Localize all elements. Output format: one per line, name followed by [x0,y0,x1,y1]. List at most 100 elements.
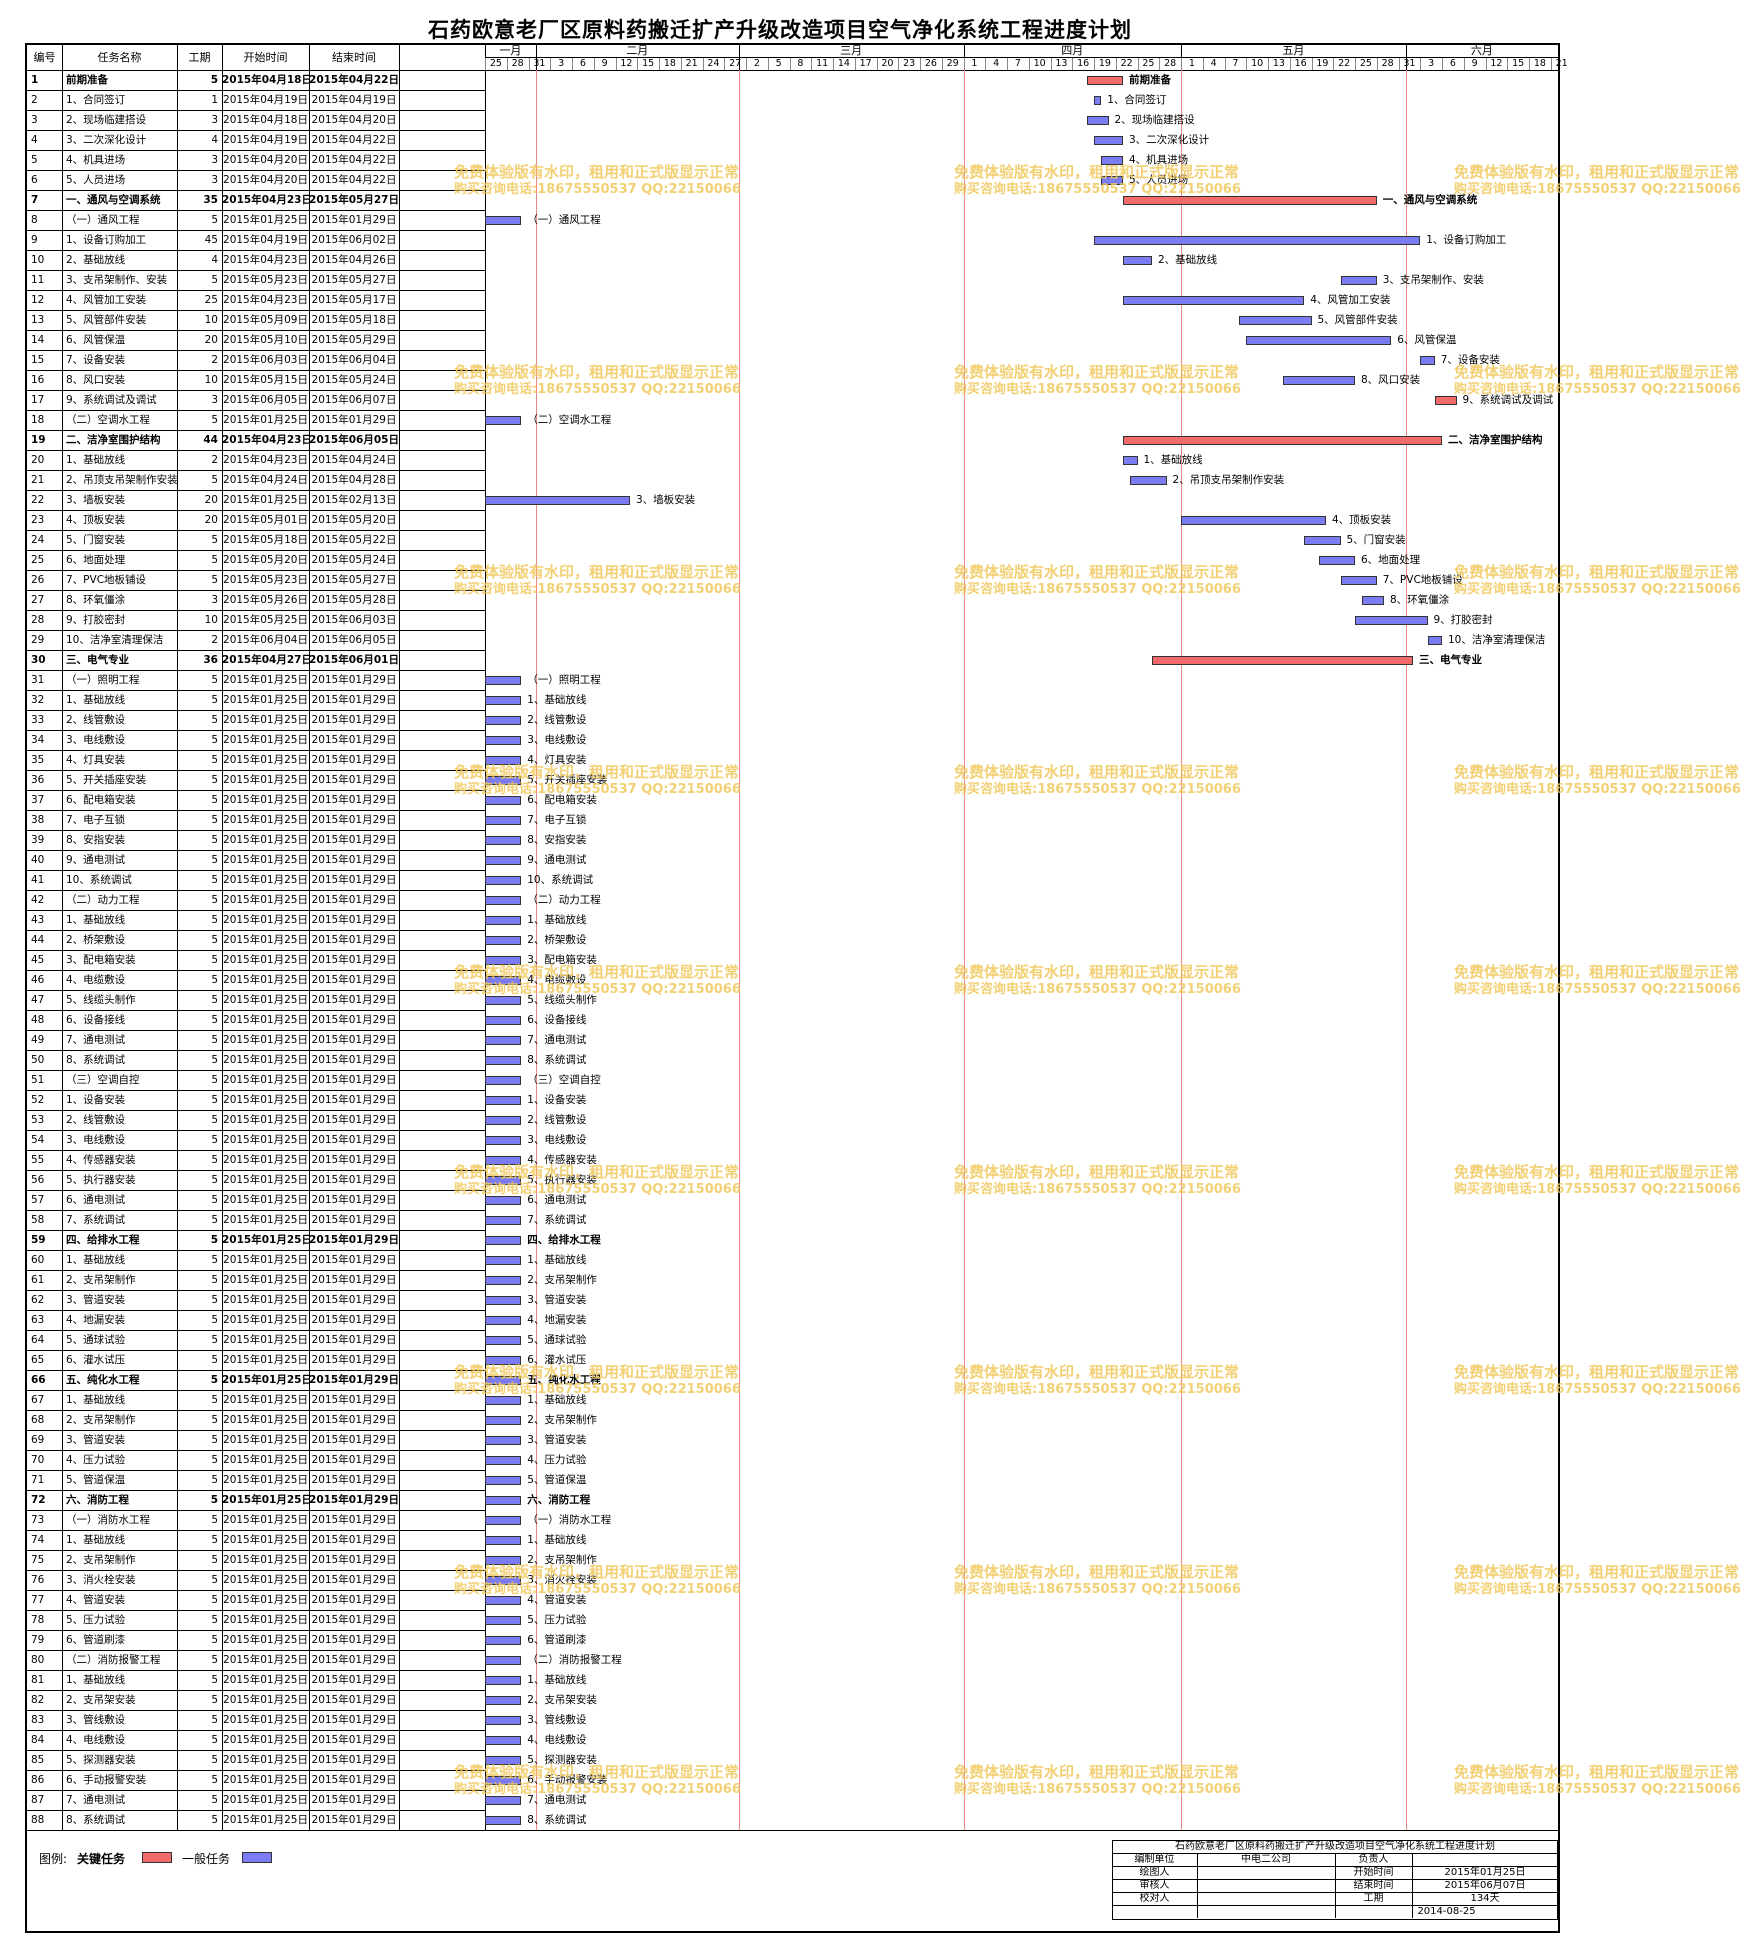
row-end-date: 2015年01月29日 [311,1014,397,1026]
row-id: 6 [31,174,38,186]
task-bar-label: 二、洁净室围护结构 [1448,434,1543,446]
row-duration: 5 [211,1174,218,1186]
row-duration: 20 [204,514,218,526]
row-task-name: 1、基础放线 [66,694,126,706]
row-id: 15 [31,354,45,366]
row-duration: 5 [211,1394,218,1406]
watermark-line-2: 购买咨询电话:18675550537 QQ:22150066 [1454,182,1741,197]
row-end-date: 2015年01月29日 [309,1234,399,1246]
watermark-line-1: 免费体验版有水印，租用和正式版显示正常 [1454,563,1740,581]
row-start-date: 2015年01月25日 [223,874,308,886]
row-task-name: 2、支吊架制作 [66,1274,136,1286]
tick-divider [485,57,486,70]
row-duration: 5 [211,1514,218,1526]
footer-col-divider [1197,1853,1198,1918]
watermark-text: 免费体验版有水印，租用和正式版显示正常 购买咨询电话:18675550537 QQ… [1454,1364,1741,1398]
row-start-date: 2015年01月25日 [223,1634,308,1646]
watermark-text: 免费体验版有水印，租用和正式版显示正常 购买咨询电话:18675550537 QQ… [954,1364,1241,1398]
row-id: 8 [31,214,38,226]
task-bar-label: 5、风管部件安装 [1317,314,1398,326]
footer-end: 2015年06月07日 [1444,1880,1526,1891]
month-label: 一月 [499,44,522,57]
task-bar [485,1636,522,1645]
row-task-name: 2、吊顶支吊架制作安装 [66,474,177,486]
row-duration: 5 [210,74,218,86]
row-end-date: 2015年01月29日 [311,734,397,746]
task-bar-label: 6、风管保温 [1397,334,1457,346]
row-id: 24 [31,534,45,546]
row-start-date: 2015年01月25日 [223,934,308,946]
watermark-line-1: 免费体验版有水印，租用和正式版显示正常 [1454,763,1740,781]
row-duration: 2 [211,454,218,466]
row-end-date: 2015年01月29日 [311,1754,397,1766]
row-task-name: （一）照明工程 [66,674,140,686]
task-bar [1340,576,1377,585]
watermark-text: 免费体验版有水印，租用和正式版显示正常 购买咨询电话:18675550537 QQ… [954,964,1241,998]
task-bar [485,1416,522,1425]
row-start-date: 2015年01月25日 [223,1174,308,1186]
watermark-line-2: 购买咨询电话:18675550537 QQ:22150066 [454,1782,741,1797]
tick-divider [833,57,834,70]
day-tick: 25 [1359,58,1372,69]
row-end-date: 2015年05月22日 [311,534,397,546]
row-duration: 5 [211,814,218,826]
task-bar-label: 4、地漏安装 [527,1314,587,1326]
header-end: 结束时间 [332,51,376,64]
task-bar-label: （二）消防报警工程 [527,1654,622,1666]
critical-task-bar [1086,76,1123,85]
row-duration: 5 [211,1694,218,1706]
task-bar-label: 3、二次深化设计 [1129,134,1210,146]
row-task-name: 7、PVC地板铺设 [66,574,147,586]
month-row-divider [485,57,1558,58]
row-end-date: 2015年01月29日 [311,1314,397,1326]
task-bar-label: 3、电线敷设 [527,1134,587,1146]
row-start-date: 2015年04月23日 [223,294,308,306]
row-id: 9 [31,234,38,246]
task-bar-label: 2、桥架敷设 [527,934,587,946]
task-bar [485,1216,522,1225]
row-id: 58 [31,1214,45,1226]
row-task-name: 4、机具进场 [66,154,126,166]
task-bar-label: 3、管道安装 [527,1434,587,1446]
day-tick: 1 [971,58,978,69]
page-title: 石药欧意老厂区原料药搬迁扩产升级改造项目空气净化系统工程进度计划 [428,18,1132,42]
row-start-date: 2015年04月19日 [223,234,308,246]
watermark-line-1: 免费体验版有水印，租用和正式版显示正常 [954,563,1240,581]
watermark-line-2: 购买咨询电话:18675550537 QQ:22150066 [1454,1382,1741,1397]
task-bar [485,696,522,705]
row-end-date: 2015年01月29日 [311,1594,397,1606]
row-task-name: 5、人员进场 [66,174,126,186]
task-bar-label: 6、管道刷漆 [527,1634,587,1646]
row-id: 35 [31,754,45,766]
tick-divider [1289,57,1291,70]
row-id: 39 [31,834,45,846]
row-task-name: 2、基础放线 [66,254,126,266]
watermark-text: 免费体验版有水印，租用和正式版显示正常 购买咨询电话:18675550537 QQ… [454,1764,741,1798]
row-id: 37 [31,794,45,806]
tick-divider [1268,57,1269,70]
row-task-name: 1、基础放线 [66,1534,126,1546]
row-id: 2 [31,94,38,106]
row-id: 82 [31,1694,45,1706]
task-bar-label: 4、顶板安装 [1332,514,1392,526]
row-start-date: 2015年01月25日 [223,1354,308,1366]
day-tick: 27 [729,58,742,69]
legend-label: 图例: [39,1852,68,1866]
row-task-name: 4、压力试验 [66,1454,126,1466]
task-bar-label: 8、风口安装 [1361,374,1421,386]
row-end-date: 2015年06月05日 [311,634,397,646]
header-start: 开始时间 [243,51,288,64]
task-bar-label: 4、压力试验 [527,1454,587,1466]
row-end-date: 2015年01月29日 [311,1574,397,1586]
row-start-date: 2015年01月25日 [223,774,308,786]
task-bar-label: 四、给排水工程 [527,1234,601,1246]
task-bar-label: 3、管道安装 [527,1294,587,1306]
task-bar [485,836,522,845]
day-tick: 20 [881,58,894,69]
row-id: 83 [31,1714,45,1726]
row-duration: 3 [211,394,218,406]
row-start-date: 2015年01月25日 [223,974,308,986]
row-id: 60 [31,1254,45,1266]
row-start-date: 2015年05月25日 [223,614,308,626]
row-task-name: 7、设备安装 [66,354,126,366]
